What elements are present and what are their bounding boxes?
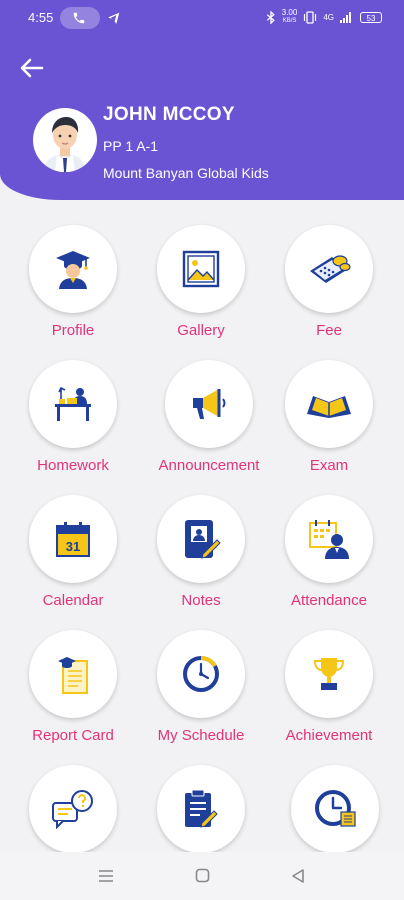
speed-unit: KB/S [282, 18, 297, 24]
question-chat-icon [52, 790, 93, 829]
task-tile-circle [157, 765, 245, 853]
trophy-icon [313, 658, 345, 690]
attendance-tile-circle [285, 495, 373, 583]
ongoing-call-indicator[interactable] [60, 7, 100, 29]
calendar-date: 31 [66, 539, 80, 554]
student-class: PP 1 A-1 [103, 138, 159, 154]
gallery-label: Gallery [177, 322, 225, 339]
student-name: JOHN MCCOY [103, 104, 235, 125]
gallery-tile-circle [157, 225, 245, 313]
menu-achievement[interactable]: Achievement [269, 630, 389, 765]
phone-icon [73, 12, 85, 24]
student-desk-icon [55, 386, 91, 421]
vibrate-icon [304, 10, 317, 24]
exam-tile-circle [285, 360, 373, 448]
menu-report-card[interactable]: Report Card [13, 630, 133, 765]
calendar-icon: 31 [56, 522, 90, 557]
attendance-calendar-person-icon [309, 520, 349, 559]
system-navigation-bar [0, 852, 404, 900]
calendar-tile-circle: 31 [29, 495, 117, 583]
graduate-icon [56, 251, 90, 289]
attendance-label: Attendance [291, 592, 367, 609]
network-speed: 3.00 KB/S [282, 9, 298, 25]
menu-profile[interactable]: Profile [13, 225, 133, 360]
status-bar: 4:55 3.00 KB/S 4G 53 [0, 0, 404, 36]
homework-label: Homework [37, 457, 109, 474]
menu-exam[interactable]: Exam [269, 360, 389, 495]
clipboard-pen-icon [185, 789, 218, 828]
menu-announcement[interactable]: Announcement [149, 360, 269, 495]
profile-header: JOHN MCCOY PP 1 A-1 Mount Banyan Global … [0, 36, 404, 200]
menu-homework[interactable]: Homework [13, 360, 133, 495]
report-card-tile-circle [29, 630, 117, 718]
calendar-label: Calendar [42, 592, 104, 609]
profile-label: Profile [51, 322, 95, 339]
achievement-tile-circle [285, 630, 373, 718]
home-icon[interactable] [195, 868, 210, 883]
calculator-money-icon [310, 255, 351, 283]
homework-tile-circle [29, 360, 117, 448]
profile-tile-circle [29, 225, 117, 313]
achievement-label: Achievement [285, 727, 373, 744]
status-icons: 3.00 KB/S 4G 53 [266, 9, 382, 25]
announcement-tile-circle [165, 360, 253, 448]
school-name: Mount Banyan Global Kids [103, 165, 269, 181]
menu-gallery[interactable]: Gallery [141, 225, 261, 360]
fee-tile-circle [285, 225, 373, 313]
notes-label: Notes [181, 592, 221, 609]
image-gallery-icon [182, 250, 220, 288]
faq-tile-circle [29, 765, 117, 853]
telegram-icon [108, 12, 120, 24]
status-time: 4:55 [28, 10, 54, 25]
battery-icon: 53 [360, 11, 382, 23]
menu-notes[interactable]: Notes [141, 495, 261, 630]
exam-label: Exam [309, 457, 349, 474]
report-card-icon [58, 657, 88, 694]
signal-icon [340, 12, 351, 23]
clock-schedule-icon [183, 655, 219, 692]
menu-fee[interactable]: Fee [269, 225, 389, 360]
menu-calendar[interactable]: 31 Calendar [13, 495, 133, 630]
menu-attendance[interactable]: Attendance [269, 495, 389, 630]
speed-value: 3.00 [281, 8, 298, 17]
back-icon[interactable] [290, 868, 306, 884]
notebook-pen-icon [185, 520, 221, 559]
open-book-icon [307, 396, 351, 418]
timetable-tile-circle [291, 765, 379, 853]
bluetooth-icon [266, 10, 275, 24]
clock-calendar-icon [315, 790, 356, 827]
fee-label: Fee [316, 322, 342, 339]
my-schedule-label: My Schedule [157, 727, 245, 744]
avatar[interactable] [33, 108, 97, 172]
report-card-label: Report Card [32, 727, 114, 744]
megaphone-icon [193, 389, 226, 419]
student-avatar-icon [43, 117, 87, 172]
menu-my-schedule[interactable]: My Schedule [141, 630, 261, 765]
announcement-label: Announcement [158, 457, 260, 474]
my-schedule-tile-circle [157, 630, 245, 718]
back-arrow-icon[interactable] [20, 58, 44, 78]
network-type: 4G [323, 12, 334, 22]
notes-tile-circle [157, 495, 245, 583]
menu-icon[interactable] [98, 868, 114, 884]
